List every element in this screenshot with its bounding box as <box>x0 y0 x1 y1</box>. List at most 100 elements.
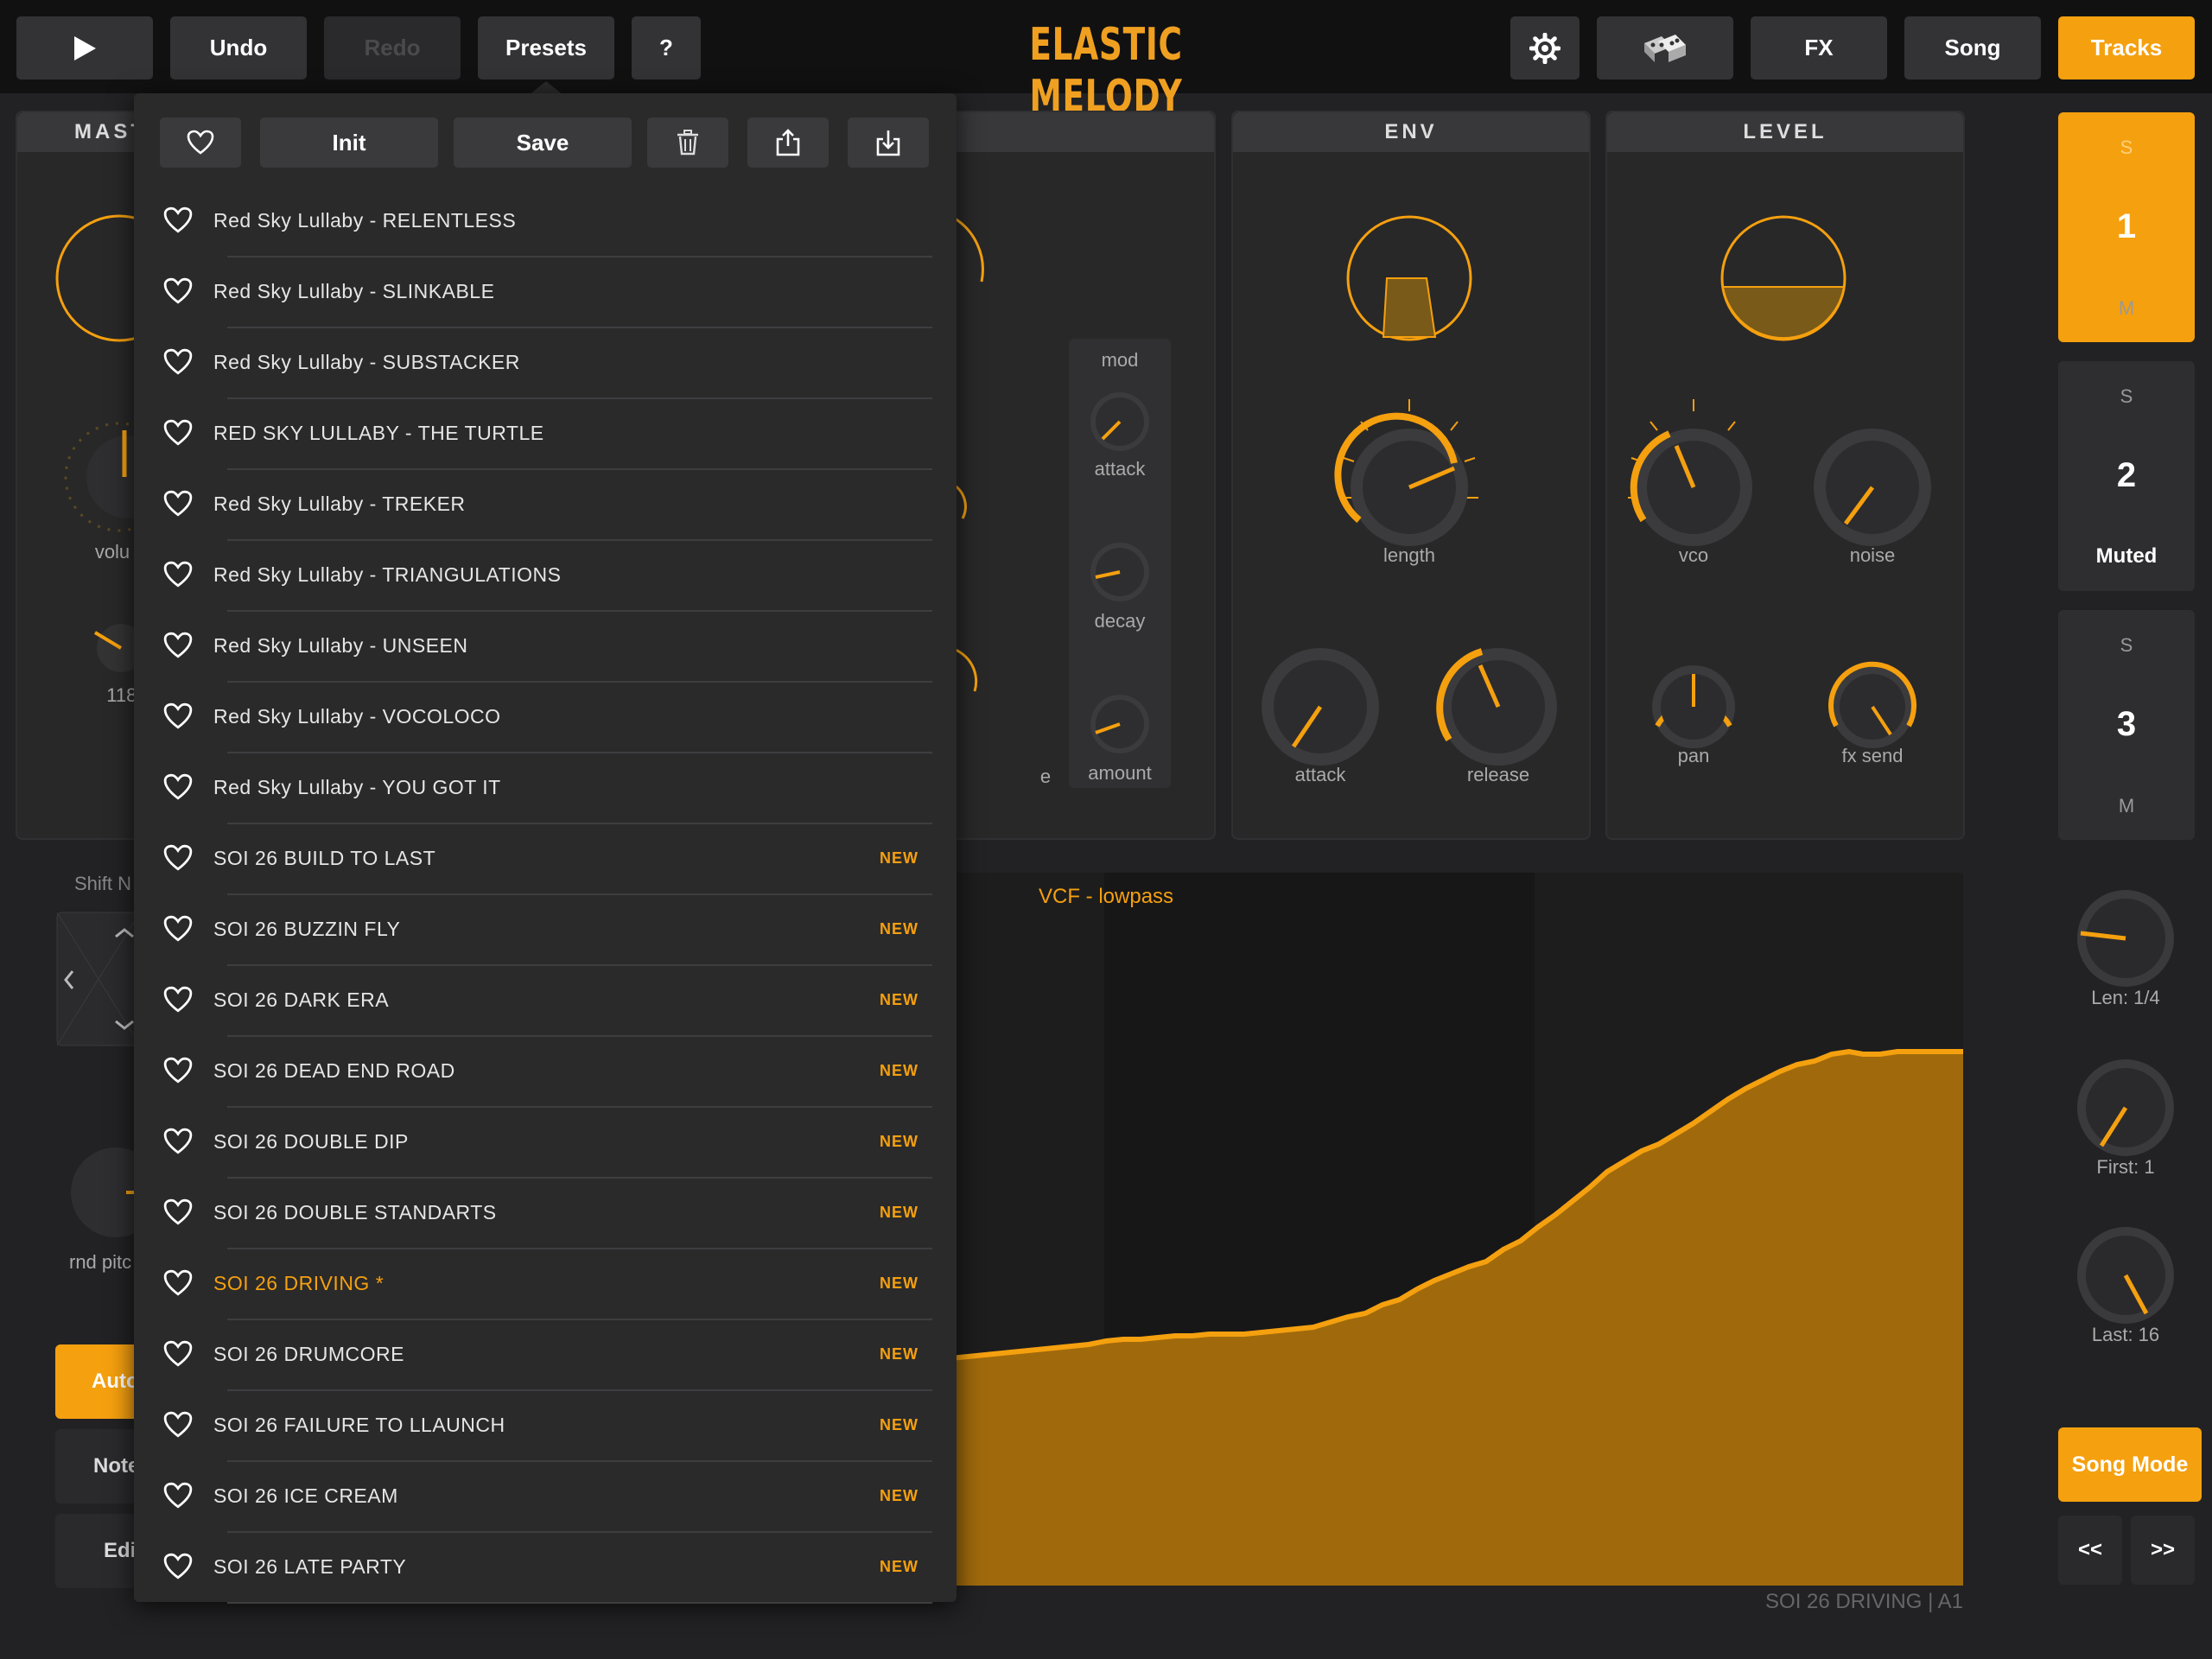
presets-button[interactable]: Presets <box>478 16 614 79</box>
preset-name: SOI 26 FAILURE TO LLAUNCH <box>213 1414 505 1436</box>
heart-icon[interactable] <box>163 1552 193 1581</box>
next-button[interactable]: >> <box>2131 1516 2195 1585</box>
preset-name: SOI 26 LATE PARTY <box>213 1555 407 1578</box>
preset-item[interactable]: SOI 26 DEAD END ROAD NEW <box>134 1037 957 1108</box>
heart-icon[interactable] <box>163 1056 193 1085</box>
tempo-knob[interactable] <box>86 612 138 672</box>
heart-icon[interactable] <box>163 1481 193 1510</box>
track-3[interactable]: S 3 M <box>2058 610 2195 840</box>
redo-button[interactable]: Redo <box>324 16 461 79</box>
preset-item[interactable]: RED SKY LULLABY - THE TURTLE <box>134 399 957 470</box>
vcf-graph-panel[interactable]: VCF - lowpass <box>915 873 1963 1586</box>
init-button[interactable]: Init <box>260 118 438 168</box>
note-mode-button[interactable]: Note <box>55 1429 142 1503</box>
preset-item[interactable]: SOI 26 DOUBLE DIP NEW <box>134 1108 957 1179</box>
track-1-solo[interactable]: S <box>2058 137 2195 159</box>
preset-name: SOI 26 BUZZIN FLY <box>213 918 401 940</box>
preset-item[interactable]: Red Sky Lullaby - UNSEEN <box>134 612 957 683</box>
preset-item[interactable]: Red Sky Lullaby - RELENTLESS <box>134 187 957 257</box>
env-graphics[interactable] <box>1231 207 1587 795</box>
preset-item[interactable]: Red Sky Lullaby - TREKER <box>134 470 957 541</box>
preset-name: Red Sky Lullaby - SUBSTACKER <box>213 351 520 373</box>
heart-icon[interactable] <box>163 914 193 944</box>
preset-name: RED SKY LULLABY - THE TURTLE <box>213 422 544 444</box>
new-badge: NEW <box>880 1062 918 1079</box>
rnd-pitch-knob[interactable] <box>57 1123 143 1253</box>
heart-icon[interactable] <box>163 772 193 802</box>
track-2-solo[interactable]: S <box>2058 385 2195 408</box>
undo-button[interactable]: Undo <box>170 16 307 79</box>
share-preset-button[interactable] <box>747 118 829 168</box>
tracks-button[interactable]: Tracks <box>2058 16 2195 79</box>
song-mode-button[interactable]: Song Mode <box>2058 1427 2202 1502</box>
track-2-muted-status[interactable]: Muted <box>2058 544 2195 569</box>
track-3-mute[interactable]: M <box>2058 795 2195 817</box>
heart-icon[interactable] <box>163 843 193 873</box>
import-preset-button[interactable] <box>848 118 929 168</box>
preset-item[interactable]: Red Sky Lullaby - SUBSTACKER <box>134 328 957 399</box>
heart-icon[interactable] <box>163 985 193 1014</box>
track-3-solo[interactable]: S <box>2058 634 2195 657</box>
level-header: LEVEL <box>1607 112 1963 152</box>
track-1-mute[interactable]: M <box>2058 297 2195 320</box>
first-label: First: 1 <box>2096 1156 2155 1178</box>
preset-item[interactable]: SOI 26 DRUMCORE NEW <box>134 1320 957 1391</box>
track-2[interactable]: S 2 Muted <box>2058 361 2195 591</box>
track-1[interactable]: S 1 M <box>2058 112 2195 342</box>
heart-icon[interactable] <box>163 1198 193 1227</box>
settings-button[interactable] <box>1510 16 1580 79</box>
preset-item[interactable]: SOI 26 ICE CREAM NEW <box>134 1462 957 1533</box>
vcf-automation-graph[interactable] <box>915 873 1963 1586</box>
preset-item[interactable]: Red Sky Lullaby - TRIANGULATIONS <box>134 541 957 612</box>
new-badge: NEW <box>880 991 918 1008</box>
preset-item[interactable]: Red Sky Lullaby - VOCOLOCO <box>134 683 957 753</box>
new-badge: NEW <box>880 1345 918 1363</box>
preset-item[interactable]: SOI 26 DARK ERA NEW <box>134 966 957 1037</box>
preset-name: SOI 26 BUILD TO LAST <box>213 847 436 869</box>
preset-item[interactable]: SOI 26 BUZZIN FLY NEW <box>134 895 957 966</box>
level-graphics[interactable] <box>1605 207 1961 795</box>
auto-mode-button[interactable]: Auto <box>55 1344 142 1419</box>
preset-item[interactable]: Red Sky Lullaby - SLINKABLE <box>134 257 957 328</box>
preset-item[interactable]: SOI 26 FAILURE TO LLAUNCH NEW <box>134 1391 957 1462</box>
mod-knobs[interactable] <box>1077 380 1163 760</box>
heart-icon[interactable] <box>163 702 193 731</box>
heart-icon[interactable] <box>163 560 193 589</box>
new-badge: NEW <box>880 920 918 938</box>
heart-icon[interactable] <box>163 631 193 660</box>
mod-attack-label: attack <box>1094 458 1146 480</box>
preset-item[interactable]: Red Sky Lullaby - YOU GOT IT <box>134 753 957 824</box>
shift-pad[interactable] <box>55 911 142 1049</box>
preset-item-current[interactable]: SOI 26 DRIVING * NEW <box>134 1249 957 1320</box>
heart-icon[interactable] <box>163 418 193 448</box>
range-knobs[interactable] <box>2074 890 2177 1357</box>
prev-button[interactable]: << <box>2058 1516 2122 1585</box>
preset-item[interactable]: SOI 26 BUILD TO LAST NEW <box>134 824 957 895</box>
save-preset-button[interactable]: Save <box>454 118 632 168</box>
heart-icon[interactable] <box>163 1268 193 1298</box>
preset-name: Red Sky Lullaby - VOCOLOCO <box>213 705 501 728</box>
song-button[interactable]: Song <box>1904 16 2041 79</box>
heart-icon[interactable] <box>163 1339 193 1369</box>
preset-item[interactable]: SOI 26 DOUBLE STANDARTS NEW <box>134 1179 957 1249</box>
fx-button[interactable]: FX <box>1751 16 1887 79</box>
favorites-filter-button[interactable] <box>160 118 241 168</box>
preset-name: Red Sky Lullaby - SLINKABLE <box>213 280 495 302</box>
level-fx-send-label: fx send <box>1841 745 1904 766</box>
level-pan-label: pan <box>1677 745 1710 766</box>
new-badge: NEW <box>880 1274 918 1292</box>
help-button[interactable]: ? <box>632 16 701 79</box>
randomize-button[interactable] <box>1597 16 1733 79</box>
heart-icon[interactable] <box>163 1410 193 1440</box>
delete-preset-button[interactable] <box>647 118 728 168</box>
level-noise-label: noise <box>1849 544 1896 566</box>
heart-icon[interactable] <box>163 206 193 235</box>
heart-icon[interactable] <box>163 347 193 377</box>
heart-icon[interactable] <box>163 1127 193 1156</box>
heart-icon[interactable] <box>163 489 193 518</box>
edit-mode-button[interactable]: Edi <box>55 1514 142 1588</box>
preset-item[interactable]: SOI 26 LATE PARTY NEW <box>134 1533 957 1604</box>
play-button[interactable] <box>16 16 153 79</box>
heart-icon[interactable] <box>163 276 193 306</box>
mod-amount-label: amount <box>1088 762 1152 784</box>
